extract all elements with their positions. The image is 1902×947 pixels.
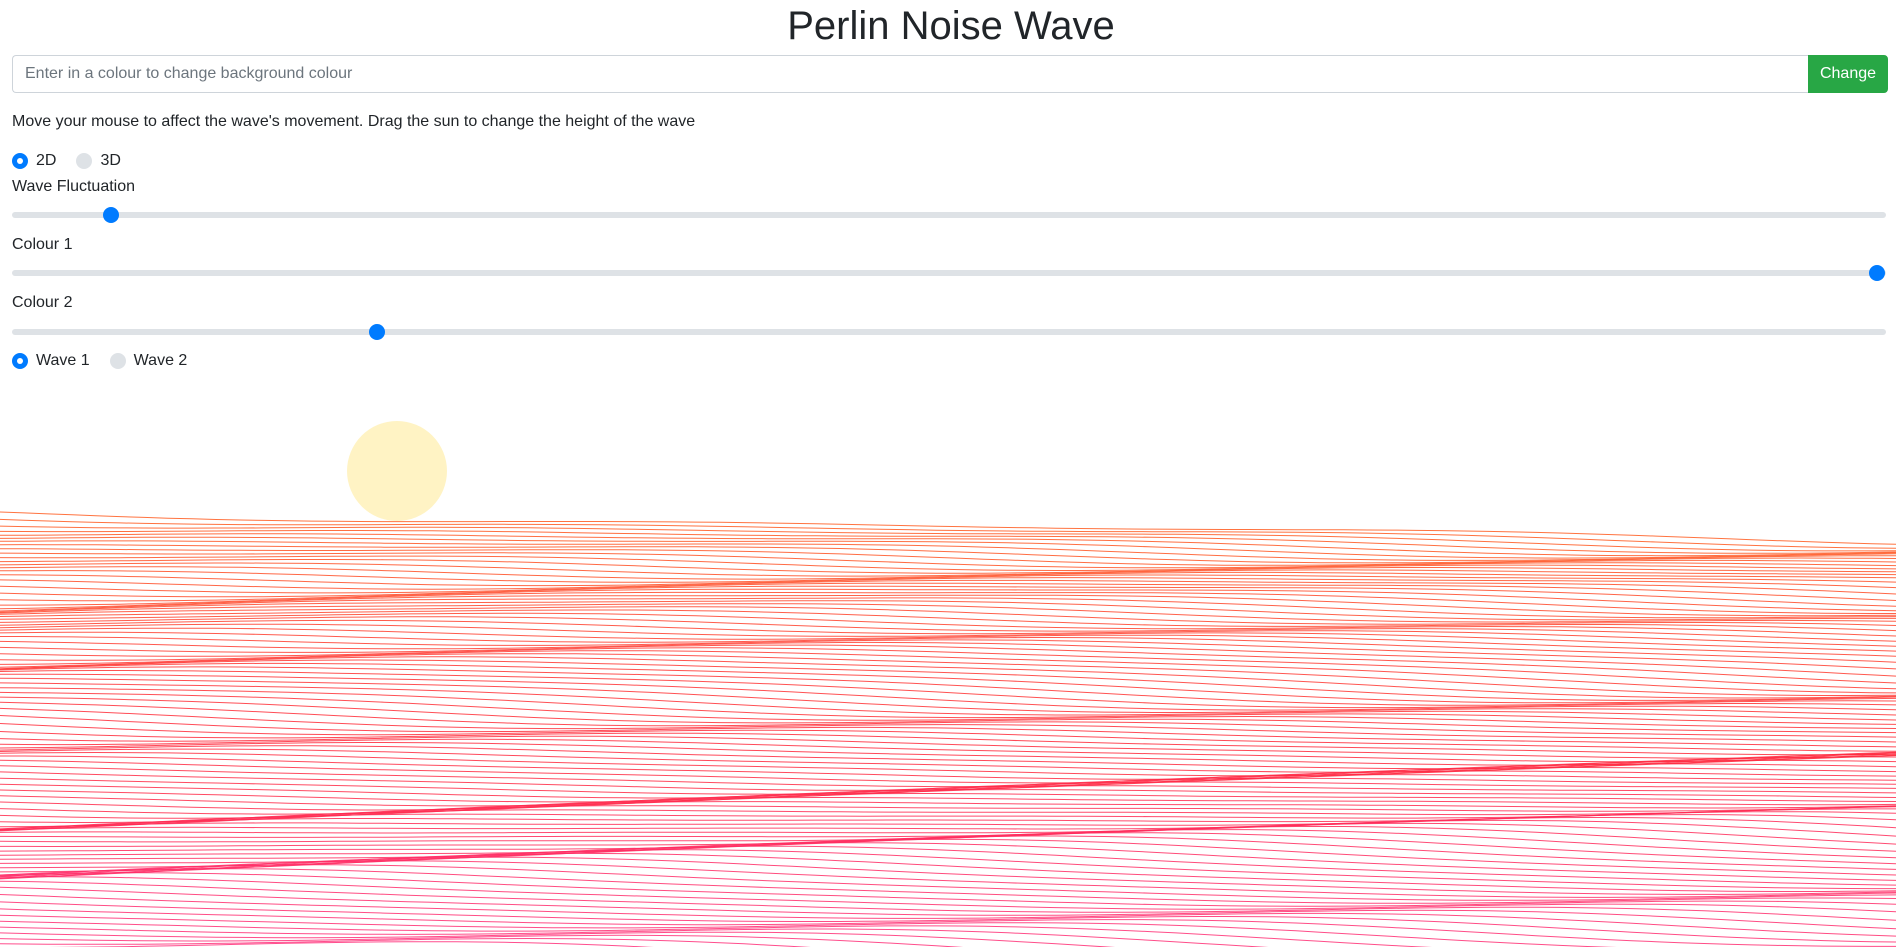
colour-1-slider[interactable] (12, 265, 1886, 281)
wave-line (0, 533, 1897, 557)
colour-2-label: Colour 2 (12, 294, 73, 311)
instructions-text: Move your mouse to affect the wave's mov… (12, 113, 696, 130)
radio-wave-1[interactable]: Wave 1 (12, 352, 90, 370)
page: Perlin Noise Wave Change Move your mouse… (0, 0, 1902, 947)
radio-3d-indicator[interactable] (76, 153, 93, 169)
wave-canvas[interactable] (0, 380, 1902, 947)
radio-2d-label: 2D (36, 152, 57, 169)
radio-2d-indicator[interactable] (12, 153, 28, 169)
slider-thumb[interactable] (103, 207, 120, 223)
wave-line (0, 653, 1897, 696)
wave-line (0, 822, 1897, 845)
wave-line (0, 559, 1897, 574)
wave-line (0, 934, 964, 947)
radio-wave-1-indicator[interactable] (12, 353, 28, 369)
wave-line (0, 691, 1897, 729)
background-colour-form: Change (12, 55, 1888, 93)
change-button[interactable]: Change (1808, 55, 1888, 93)
wave-fluctuation-label: Wave Fluctuation (12, 178, 136, 195)
sun-handle[interactable] (347, 421, 447, 521)
wave-line (0, 606, 1897, 626)
radio-wave-2-indicator[interactable] (109, 353, 126, 369)
slider-track[interactable] (12, 270, 1886, 276)
background-colour-input[interactable] (12, 55, 1808, 93)
colour-1-label: Colour 1 (12, 236, 73, 253)
wave-line (0, 659, 1897, 701)
radio-3d-label: 3D (100, 152, 121, 169)
slider-track[interactable] (12, 329, 1886, 335)
slider-thumb[interactable] (1868, 265, 1885, 281)
radio-wave-2[interactable]: Wave 2 (109, 352, 188, 370)
radio-wave-1-label: Wave 1 (36, 352, 90, 369)
wave-radio-group: Wave 1 Wave 2 (12, 352, 207, 370)
wave-line (0, 647, 1897, 690)
slider-thumb[interactable] (369, 324, 386, 340)
wave-fluctuation-slider[interactable] (12, 207, 1886, 223)
slider-track[interactable] (12, 212, 1886, 218)
radio-2d[interactable]: 2D (12, 152, 56, 170)
page-title: Perlin Noise Wave (787, 4, 1115, 48)
dimension-radio-group: 2D 3D (12, 152, 141, 170)
wave-line (0, 926, 1269, 947)
wave-line (0, 682, 1897, 721)
colour-2-slider[interactable] (12, 324, 1886, 340)
radio-3d[interactable]: 3D (76, 152, 121, 170)
radio-wave-2-label: Wave 2 (133, 352, 188, 369)
wave-lines (0, 511, 1897, 947)
